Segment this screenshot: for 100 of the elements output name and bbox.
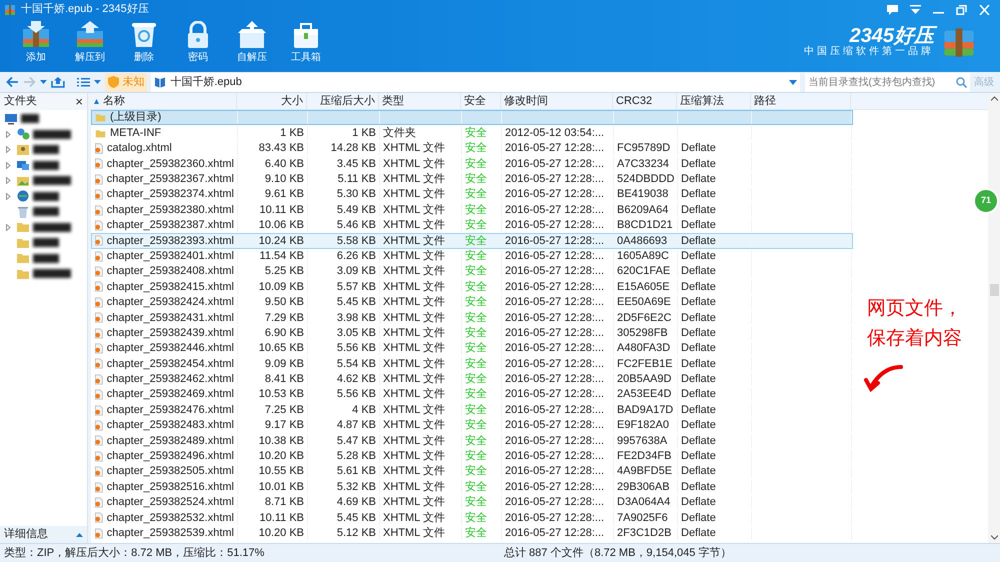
type-cell: XHTML 文件 [383, 234, 445, 248]
file-row[interactable]: META-INF 1 KB 1 KB 文件夹 安全 2012-05-12 03:54:... [91, 125, 853, 141]
file-row[interactable]: chapter_259382374.xhtml 9.61 KB 5.30 KB XHTML 文件 安全 2016-05-27 12:28:... BE419038 Deflate [91, 186, 853, 202]
packed-size-cell: 4 KB [352, 403, 376, 417]
path-field[interactable]: 十国千娇.epub [151, 72, 800, 92]
file-row[interactable]: chapter_259382476.xhtml 7.25 KB 4 KB XHTML 文件 安全 2016-05-27 12:28:... BAD9A17D Deflate [91, 402, 853, 418]
caret-icon[interactable] [94, 80, 102, 84]
method-cell: Deflate [681, 450, 716, 463]
modified-cell: 2016-05-27 12:28:... [505, 388, 604, 402]
toolbar-button[interactable]: 自解压 [233, 21, 271, 63]
file-row[interactable]: chapter_259382439.xhtml 6.90 KB 3.05 KB XHTML 文件 安全 2016-05-27 12:28:... 305298FB Deflate [91, 325, 853, 341]
scroll-thumb[interactable] [990, 284, 998, 296]
file-row[interactable]: chapter_259382524.xhtml 8.71 KB 4.69 KB XHTML 文件 安全 2016-05-27 12:28:... D3A064A4 Deflate [91, 494, 853, 510]
file-row[interactable]: chapter_259382469.xhtml 10.53 KB 5.56 KB XHTML 文件 安全 2016-05-27 12:28:... 2A53EE4D Deflate [91, 387, 853, 402]
type-cell: XHTML 文件 [383, 311, 445, 324]
toolbar-button[interactable]: 密码 [179, 21, 217, 63]
expand-arrow-icon[interactable] [6, 224, 11, 231]
file-row[interactable]: chapter_259382367.xhtml 9.10 KB 5.11 KB XHTML 文件 安全 2016-05-27 12:28:... 524DBDDD Deflate [91, 172, 853, 187]
blurred-label [33, 207, 59, 216]
type-cell: XHTML 文件 [383, 450, 445, 463]
file-row[interactable]: chapter_259382462.xhtml 8.41 KB 4.62 KB XHTML 文件 安全 2016-05-27 12:28:... 20B5AA9D Deflate [91, 372, 853, 388]
caret-icon[interactable] [40, 80, 47, 84]
toolbar-button[interactable]: 解压到 [71, 21, 109, 63]
type-cell: XHTML 文件 [383, 342, 445, 356]
web-file-icon [95, 482, 103, 493]
name-cell: chapter_259382387.xhtml [106, 218, 234, 232]
file-row[interactable]: chapter_259382415.xhtml 10.09 KB 5.57 KB XHTML 文件 安全 2016-05-27 12:28:... E15A605E Deflate [91, 279, 853, 295]
shield-icon [108, 76, 120, 88]
web-file-icon [95, 281, 103, 292]
type-cell: XHTML 文件 [383, 526, 445, 540]
file-row[interactable]: chapter_259382424.xhtml 9.50 KB 5.45 KB XHTML 文件 安全 2016-05-27 12:28:... EE50A69E Deflate [91, 294, 853, 310]
expand-arrow-icon[interactable] [6, 130, 11, 138]
packed-size-cell: 5.58 KB [336, 234, 376, 248]
crc-cell: A7C33234 [617, 157, 669, 171]
file-row[interactable]: chapter_259382516.xhtml 10.01 KB 5.32 KB XHTML 文件 安全 2016-05-27 12:28:... 29B306AB Deflate [91, 479, 853, 495]
toolbar-button[interactable]: 工具箱 [287, 21, 325, 63]
crc-cell: 9957638A [617, 434, 668, 448]
name-cell: chapter_259382393.xhtml [106, 234, 234, 248]
close-icon[interactable] [979, 4, 990, 14]
file-row[interactable]: chapter_259382454.xhtml 9.09 KB 5.54 KB XHTML 文件 安全 2016-05-27 12:28:... FC2FEB1E Deflate [91, 356, 853, 372]
method-cell: Deflate [681, 511, 716, 525]
web-file-icon [95, 312, 103, 324]
type-cell: XHTML 文件 [383, 218, 445, 232]
crc-cell: B6209A64 [617, 203, 668, 217]
size-cell: 9.09 KB [264, 357, 304, 371]
search-icon[interactable] [956, 76, 967, 88]
file-row[interactable]: chapter_259382505.xhtml 10.55 KB 5.61 KB XHTML 文件 安全 2016-05-27 12:28:... 4A9BFD5E Deflate [91, 464, 853, 480]
safety-cell: 安全 [465, 480, 487, 494]
expand-arrow-icon[interactable] [6, 146, 11, 154]
file-row[interactable]: (上级目录) [91, 110, 853, 126]
file-row[interactable]: chapter_259382408.xhtml 5.25 KB 3.09 KB XHTML 文件 安全 2016-05-27 12:28:... 620C1FAE Deflate [91, 264, 853, 280]
scroll-up-icon[interactable] [990, 96, 998, 101]
scroll-down-icon[interactable] [990, 535, 998, 540]
toolbar-button[interactable]: 添加 [17, 21, 55, 63]
file-row[interactable]: catalog.xhtml 83.43 KB 14.28 KB XHTML 文件 安全 2016-05-27 12:28:... FC95789D Deflate [91, 140, 853, 156]
search-field[interactable]: 当前目录查找(支持包内查找) [805, 72, 970, 92]
file-row[interactable]: chapter_259382483.xhtml 9.17 KB 4.87 KB XHTML 文件 安全 2016-05-27 12:28:... E9F182A0 Deflate [91, 418, 853, 434]
file-row[interactable]: chapter_259382496.xhtml 10.20 KB 5.28 KB XHTML 文件 安全 2016-05-27 12:28:... FE2D34FB Deflate [91, 448, 853, 464]
file-row[interactable]: chapter_259382387.xhtml 10.06 KB 5.46 KB XHTML 文件 安全 2016-05-27 12:28:... B8CD1D21 Deflate [91, 218, 853, 234]
expand-arrow-icon[interactable] [6, 192, 11, 200]
size-cell: 9.61 KB [264, 188, 304, 202]
size-cell: 10.24 KB [258, 234, 304, 248]
file-row[interactable]: chapter_259382401.xhtml 11.54 KB 6.26 KB XHTML 文件 安全 2016-05-27 12:28:... 1605A89C Deflate [91, 248, 853, 264]
modified-cell: 2016-05-27 12:28:... [505, 372, 604, 386]
file-row[interactable]: chapter_259382393.xhtml 10.24 KB 5.58 KB XHTML 文件 安全 2016-05-27 12:28:... 0A486693 Deflate [91, 233, 853, 249]
close-panel-button[interactable]: × [75, 95, 83, 108]
safety-cell: 安全 [465, 157, 487, 171]
safety-cell: 安全 [465, 511, 487, 525]
packed-size-cell: 5.54 KB [336, 357, 376, 371]
size-cell: 6.40 KB [264, 157, 304, 171]
crc-cell: 20B5AA9D [617, 372, 672, 386]
chat-icon[interactable] [887, 4, 898, 14]
method-cell: Deflate [681, 480, 716, 494]
size-cell: 10.01 KB [258, 480, 304, 494]
dropdown-caret-icon[interactable] [789, 80, 798, 84]
toolbar-button[interactable]: 删除 [125, 21, 163, 63]
back-arrow-icon[interactable] [6, 76, 19, 88]
name-cell: catalog.xhtml [107, 142, 172, 156]
file-row[interactable]: chapter_259382380.xhtml 10.11 KB 5.49 KB XHTML 文件 安全 2016-05-27 12:28:... B6209A64 Deflate [91, 202, 853, 218]
annotation-arrow [863, 363, 903, 393]
method-cell: Deflate [681, 418, 716, 432]
restore-icon[interactable] [956, 4, 967, 14]
menu-icon[interactable] [910, 4, 921, 14]
crc-cell: BAD9A17D [617, 403, 674, 417]
modified-cell: 2016-05-27 12:28:... [505, 264, 604, 278]
file-row[interactable]: chapter_259382446.xhtml 10.65 KB 5.56 KB XHTML 文件 安全 2016-05-27 12:28:... A480FA3D Deflate [91, 340, 853, 356]
file-row[interactable]: chapter_259382539.xhtml 10.20 KB 5.12 KB XHTML 文件 安全 2016-05-27 12:28:... 2F3C1D2B Deflate [91, 526, 853, 541]
type-cell: XHTML 文件 [383, 357, 445, 371]
expand-arrow-icon[interactable] [6, 162, 11, 169]
list-view-icon[interactable] [76, 76, 90, 88]
expand-arrow-icon[interactable] [6, 177, 11, 184]
file-row[interactable]: chapter_259382360.xhtml 6.40 KB 3.45 KB XHTML 文件 安全 2016-05-27 12:28:... A7C33234 Deflate [91, 156, 853, 172]
details-panel-bar[interactable]: 详细信息 [0, 526, 87, 543]
file-row[interactable]: chapter_259382431.xhtml 7.29 KB 3.98 KB XHTML 文件 安全 2016-05-27 12:28:... 2D5F6E2C Deflate [91, 310, 853, 326]
safety-cell: 安全 [465, 464, 487, 478]
name-cell: chapter_259382462.xhtml [106, 372, 234, 386]
up-folder-icon[interactable] [50, 76, 65, 88]
file-row[interactable]: chapter_259382532.xhtml 10.11 KB 5.45 KB XHTML 文件 安全 2016-05-27 12:28:... 7A9025F6 Deflate [91, 510, 853, 526]
file-row[interactable]: chapter_259382489.xhtml 10.38 KB 5.47 KB XHTML 文件 安全 2016-05-27 12:28:... 9957638A Deflate [91, 433, 853, 449]
monitor-icon [4, 112, 18, 126]
